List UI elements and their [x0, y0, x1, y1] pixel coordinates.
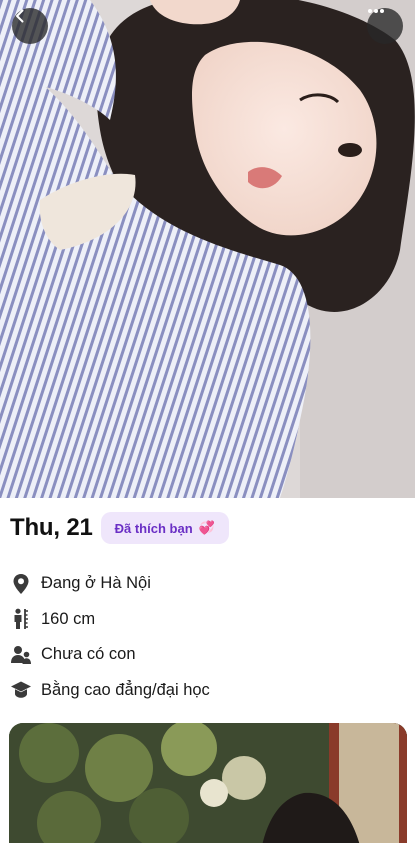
graduation-cap-icon — [10, 679, 32, 701]
more-dots-icon — [368, 9, 384, 13]
info-text: 160 cm — [41, 609, 96, 628]
profile-photo-2[interactable] — [9, 723, 407, 843]
profile-photo[interactable] — [0, 0, 415, 498]
profile-photo-2-art — [9, 723, 407, 843]
profile-header: Thu, 21 Đã thích bạn 💞 — [10, 512, 229, 544]
liked-badge-label: Đã thích bạn — [114, 520, 193, 536]
liked-you-badge: Đã thích bạn 💞 — [100, 512, 229, 544]
location-pin-icon — [10, 573, 32, 595]
hearts-icon: 💞 — [198, 520, 215, 535]
info-row-location: Đang ở Hà Nội — [10, 566, 405, 602]
info-text: Chưa có con — [41, 645, 136, 664]
profile-photo-art — [0, 0, 415, 498]
info-row-children: Chưa có con — [10, 637, 405, 673]
profile-info-list: Đang ở Hà Nội 160 cm Chưa có con Bằng ca… — [10, 566, 405, 708]
children-icon — [10, 644, 32, 666]
info-text: Đang ở Hà Nội — [41, 574, 151, 593]
name-age: Thu, 21 — [10, 514, 93, 541]
info-row-education: Bằng cao đẳng/đại học — [10, 673, 405, 709]
height-icon — [10, 608, 32, 630]
chevron-left-icon — [16, 9, 24, 23]
info-text: Bằng cao đẳng/đại học — [41, 680, 210, 699]
more-options-button[interactable] — [367, 8, 403, 44]
back-button[interactable] — [12, 8, 48, 44]
info-row-height: 160 cm — [10, 602, 405, 638]
